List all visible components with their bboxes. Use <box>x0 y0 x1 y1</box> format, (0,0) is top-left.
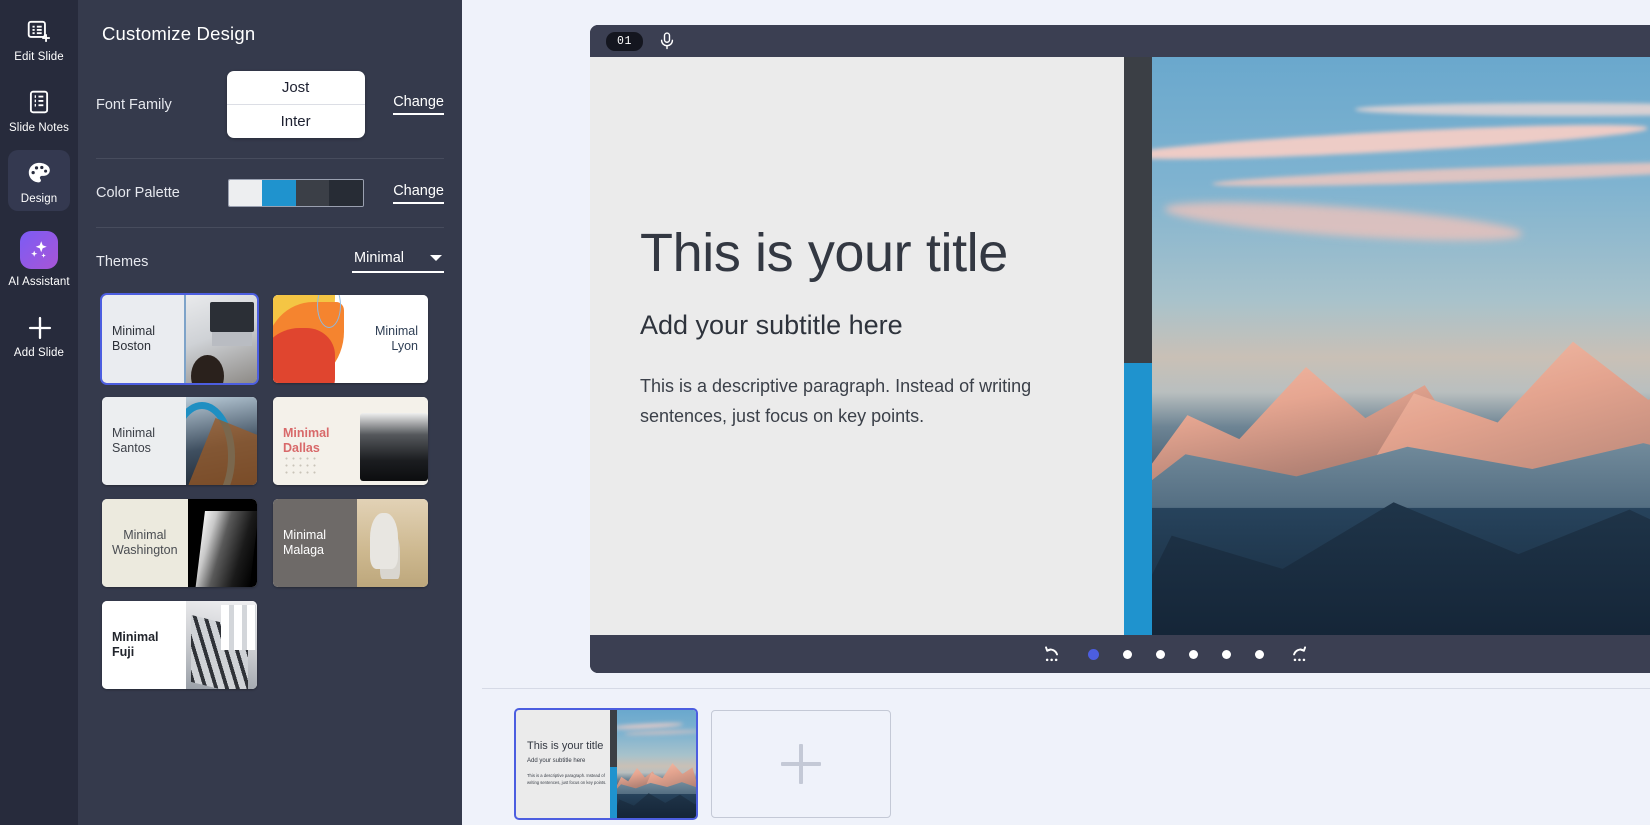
font-family-label: Font Family <box>96 97 208 113</box>
slide-number-badge: 01 <box>606 32 643 51</box>
sidebar-item-add-slide[interactable]: Add Slide <box>8 304 70 365</box>
slide-nav-controls <box>1042 645 1310 663</box>
slide-dot-3[interactable] <box>1156 650 1165 659</box>
add-slide-thumbnail-button[interactable] <box>711 710 891 818</box>
theme-card-label: Minimal Boston <box>112 324 174 355</box>
slide-text-block: This is your title Add your subtitle her… <box>590 57 1124 635</box>
chevron-down-icon <box>430 255 442 261</box>
body-font-value: Inter <box>227 105 365 138</box>
theme-card-label: Minimal Fuji <box>112 630 176 661</box>
sidebar-item-label: Slide Notes <box>9 122 69 134</box>
slide-dot-2[interactable] <box>1123 650 1132 659</box>
sidebar-item-label: AI Assistant <box>8 276 69 288</box>
palette-icon <box>26 160 52 186</box>
panel-title: Customize Design <box>96 18 444 45</box>
slide-paragraph[interactable]: This is a descriptive paragraph. Instead… <box>640 371 1040 431</box>
slide-navigation-bar <box>590 635 1650 673</box>
left-rail: Edit Slide Slide Notes <box>0 0 78 825</box>
thumbnail-title: This is your title <box>527 740 610 752</box>
theme-card-label: Minimal Dallas <box>283 426 347 457</box>
redo-icon[interactable] <box>1288 645 1310 663</box>
slide-notes-icon <box>26 89 52 115</box>
thumbnail-accent-bar <box>610 710 617 818</box>
thumbnail-subtitle: Add your subtitle here <box>527 758 610 764</box>
theme-thumbnail-image <box>357 397 428 485</box>
theme-grid: Minimal Boston Minimal Lyon Minimal Sant… <box>96 295 444 689</box>
customize-design-panel: Customize Design Font Family Jost Inter … <box>78 0 462 825</box>
change-palette-button[interactable]: Change <box>393 183 444 204</box>
undo-icon[interactable] <box>1042 645 1064 663</box>
theme-thumbnail-image <box>186 295 257 383</box>
slide-subtitle[interactable]: Add your subtitle here <box>640 310 1124 341</box>
sidebar-item-edit-slide[interactable]: Edit Slide <box>8 8 70 69</box>
theme-card-minimal-fuji[interactable]: Minimal Fuji <box>102 601 257 689</box>
theme-card-minimal-boston[interactable]: Minimal Boston <box>102 295 257 383</box>
theme-thumbnail-image <box>186 601 257 689</box>
plus-icon <box>26 314 52 340</box>
swatch-2 <box>262 180 296 206</box>
thumbnail-paragraph: This is a descriptive paragraph. Instead… <box>527 773 610 787</box>
heading-font-value: Jost <box>227 71 365 105</box>
color-palette-label: Color Palette <box>96 185 208 201</box>
theme-thumbnail-image <box>273 295 344 383</box>
slide-accent-bar <box>1124 57 1152 635</box>
editor-toolbar: 01 <box>590 25 1650 57</box>
edit-slide-icon <box>26 18 52 44</box>
plus-icon <box>781 744 821 784</box>
microphone-icon[interactable] <box>657 31 677 51</box>
slide-dot-1[interactable] <box>1088 649 1099 660</box>
color-palette-row: Color Palette Change <box>96 159 444 228</box>
theme-card-minimal-santos[interactable]: Minimal Santos <box>102 397 257 485</box>
theme-card-label: Minimal Washington <box>112 528 178 559</box>
swatch-1 <box>229 180 263 206</box>
sidebar-item-label: Edit Slide <box>14 51 64 63</box>
slide-photo-mountain <box>1152 57 1650 635</box>
theme-thumbnail-image <box>357 499 428 587</box>
sparkle-icon <box>20 231 58 269</box>
slide-dot-6[interactable] <box>1255 650 1264 659</box>
sidebar-item-ai-assistant[interactable]: AI Assistant <box>8 221 70 294</box>
app-root: Edit Slide Slide Notes <box>0 0 1650 825</box>
thumbnail-text-block: This is your title Add your subtitle her… <box>516 710 610 818</box>
themes-dropdown[interactable]: Minimal <box>352 250 444 273</box>
theme-card-label: Minimal Malaga <box>283 528 347 559</box>
slide-dot-4[interactable] <box>1189 650 1198 659</box>
theme-thumbnail-image <box>186 397 257 485</box>
dot-grid-decoration <box>283 455 317 477</box>
color-palette-swatches[interactable] <box>228 179 364 207</box>
sidebar-item-label: Design <box>21 193 57 205</box>
theme-card-label: Minimal Santos <box>112 426 176 457</box>
change-font-button[interactable]: Change <box>393 94 444 115</box>
font-family-preview[interactable]: Jost Inter <box>227 71 365 138</box>
theme-card-minimal-washington[interactable]: Minimal Washington <box>102 499 257 587</box>
theme-card-minimal-dallas[interactable]: Minimal Dallas <box>273 397 428 485</box>
themes-label: Themes <box>96 254 148 270</box>
slide-canvas[interactable]: This is your title Add your subtitle her… <box>590 57 1650 635</box>
font-family-row: Font Family Jost Inter Change <box>96 45 444 159</box>
slide-dot-5[interactable] <box>1222 650 1231 659</box>
slide-title[interactable]: This is your title <box>640 225 1124 282</box>
sidebar-item-label: Add Slide <box>14 347 64 359</box>
sidebar-item-slide-notes[interactable]: Slide Notes <box>8 79 70 140</box>
sidebar-item-design[interactable]: Design <box>8 150 70 211</box>
thumbnail-photo <box>617 710 696 818</box>
swatch-3 <box>296 180 330 206</box>
theme-thumbnail-image <box>188 499 257 587</box>
themes-selected-value: Minimal <box>354 250 404 266</box>
slide-thumbnail-1[interactable]: This is your title Add your subtitle her… <box>516 710 696 818</box>
slide-editor-window: 01 This is your title Add your subtitle … <box>590 25 1650 673</box>
thumbnail-strip: This is your title Add your subtitle her… <box>462 689 1650 825</box>
themes-row: Themes Minimal <box>96 228 444 287</box>
theme-card-minimal-malaga[interactable]: Minimal Malaga <box>273 499 428 587</box>
swatch-4 <box>329 180 363 206</box>
theme-card-label: Minimal Lyon <box>354 324 418 355</box>
theme-card-minimal-lyon[interactable]: Minimal Lyon <box>273 295 428 383</box>
main-stage: 01 This is your title Add your subtitle … <box>462 0 1650 825</box>
